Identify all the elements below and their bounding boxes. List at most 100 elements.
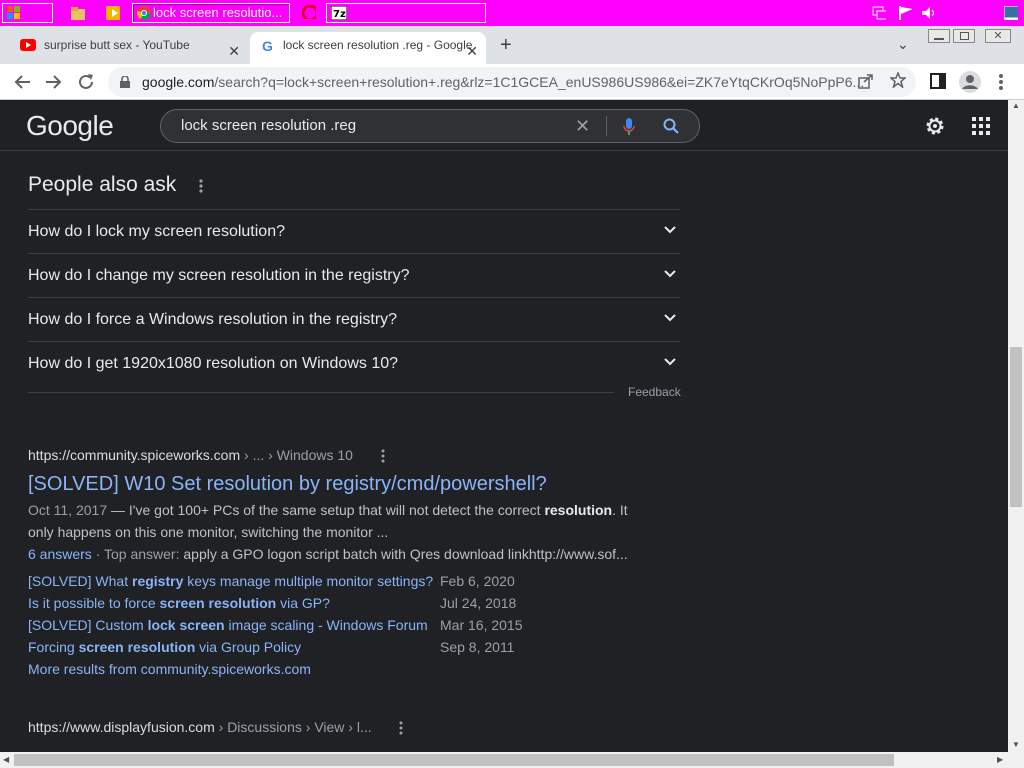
sublink[interactable]: Forcing screen resolution via Group Poli… <box>28 639 301 655</box>
sublink-bold: screen resolution <box>78 639 196 655</box>
scroll-left-arrow-icon[interactable]: ◀ <box>3 755 9 764</box>
taskbar-chrome-window[interactable]: lock screen resolutio... <box>132 3 290 23</box>
svg-text:7z: 7z <box>333 9 346 20</box>
browser-toolbar: google.com/search?q=lock+screen+resoluti… <box>0 64 1024 100</box>
horizontal-scroll-thumb[interactable] <box>14 754 894 766</box>
search-query: lock screen resolution .reg <box>181 117 357 134</box>
feedback-divider <box>28 392 614 393</box>
result-url[interactable]: https://community.spiceworks.com › ... ›… <box>28 447 353 463</box>
search-divider <box>606 116 607 136</box>
sublink-date: Jul 24, 2018 <box>440 595 517 611</box>
paa-options-kebab-icon[interactable] <box>198 179 204 195</box>
paa-question[interactable]: How do I change my screen resolution in … <box>28 253 680 297</box>
result-url-host: https://www.displayfusion.com <box>28 719 215 735</box>
result-breadcrumb: › ... › Windows 10 <box>240 447 353 463</box>
result-options-kebab-icon[interactable] <box>380 449 386 463</box>
search-input[interactable]: lock screen resolution .reg ✕ <box>160 109 700 143</box>
tab-strip: surprise butt sex - YouTube ✕ G lock scr… <box>0 26 1024 64</box>
reload-icon[interactable] <box>77 73 95 91</box>
back-icon[interactable] <box>14 73 32 91</box>
result-url-host: https://community.spiceworks.com <box>28 447 241 463</box>
sublink-bold: screen resolution <box>159 595 277 611</box>
microphone-icon[interactable] <box>623 118 635 136</box>
close-window-button[interactable]: ✕ <box>985 29 1011 43</box>
url-path: /search?q=lock+screen+resolution+.reg&rl… <box>214 74 865 90</box>
lock-icon <box>120 76 130 88</box>
sublink-date: Mar 16, 2015 <box>440 617 523 633</box>
google-logo[interactable]: Google <box>26 110 114 142</box>
google-header: Google lock screen resolution .reg ✕ <box>0 100 1008 151</box>
tab-label: lock screen resolution .reg - Google <box>283 38 473 52</box>
taskbar-window-title: lock screen resolutio... <box>153 5 283 20</box>
result-url[interactable]: https://www.displayfusion.com › Discussi… <box>28 719 372 735</box>
close-tab-icon[interactable]: ✕ <box>228 38 240 64</box>
chevron-down-icon <box>664 270 676 278</box>
flag-tray-icon[interactable] <box>898 6 912 20</box>
paa-question-text: How do I change my screen resolution in … <box>28 267 410 284</box>
media-player-icon[interactable] <box>106 6 120 20</box>
scroll-down-arrow-icon[interactable]: ▼ <box>1012 740 1020 749</box>
paa-question-text: How do I lock my screen resolution? <box>28 223 285 240</box>
vertical-scroll-thumb[interactable] <box>1010 347 1022 507</box>
network-tray-icon[interactable] <box>872 6 886 20</box>
windows-flag-icon <box>7 6 20 19</box>
volume-icon[interactable] <box>921 6 935 20</box>
result-breadcrumb: › Discussions › View › l... <box>214 719 372 735</box>
sublink-text: via Group Policy <box>195 639 302 655</box>
sublink[interactable]: Is it possible to force screen resolutio… <box>28 595 330 611</box>
opera-icon[interactable] <box>302 5 316 19</box>
tab-google-search[interactable]: G lock screen resolution .reg - Google ✕ <box>250 32 486 64</box>
sublink[interactable]: [SOLVED] Custom lock screen image scalin… <box>28 617 428 633</box>
paa-question[interactable]: How do I force a Windows resolution in t… <box>28 297 680 341</box>
snippet-bold: resolution <box>544 502 613 518</box>
start-button[interactable] <box>2 3 53 23</box>
new-tab-icon[interactable]: + <box>500 34 512 57</box>
profile-avatar-icon[interactable] <box>959 71 981 93</box>
forward-icon[interactable] <box>44 73 62 91</box>
url-host: google.com <box>142 74 215 90</box>
sublink-bold: lock screen <box>147 617 225 633</box>
apps-grid-icon[interactable] <box>972 117 990 135</box>
tab-label: surprise butt sex - YouTube <box>44 38 190 52</box>
result-snippet: Oct 11, 2017 — I've got 100+ PCs of the … <box>28 499 628 543</box>
feedback-link[interactable]: Feedback <box>628 385 681 399</box>
show-desktop-icon[interactable] <box>1004 6 1018 20</box>
folder-icon[interactable] <box>71 6 85 20</box>
top-answer-label: · Top answer: <box>91 546 184 562</box>
scroll-right-arrow-icon[interactable]: ▶ <box>997 755 1003 764</box>
svg-text:G: G <box>262 39 273 53</box>
taskbar: lock screen resolutio... 7z <box>0 0 1024 26</box>
youtube-icon <box>20 39 36 51</box>
share-icon[interactable] <box>858 73 874 89</box>
result-title-link[interactable]: [SOLVED] W10 Set resolution by registry/… <box>28 473 547 496</box>
restore-button[interactable] <box>953 29 975 43</box>
snippet-text: — I've got 100+ PCs of the same setup th… <box>107 502 545 518</box>
address-bar[interactable]: google.com/search?q=lock+screen+resoluti… <box>108 67 916 97</box>
clear-search-icon[interactable]: ✕ <box>575 110 590 142</box>
result-date: Oct 11, 2017 <box>28 502 108 518</box>
paa-question[interactable]: How do I get 1920x1080 resolution on Win… <box>28 341 680 385</box>
paa-question[interactable]: How do I lock my screen resolution? <box>28 209 680 253</box>
taskbar-7zip-window[interactable]: 7z <box>326 3 486 23</box>
sublink-text: image scaling - Windows Forum <box>224 617 428 633</box>
settings-gear-icon[interactable] <box>924 115 946 137</box>
sublink-text: [SOLVED] What <box>28 573 132 589</box>
bookmark-star-icon[interactable] <box>890 72 906 88</box>
restore-icon <box>960 32 969 40</box>
result-options-kebab-icon[interactable] <box>398 721 404 735</box>
tab-youtube[interactable]: surprise butt sex - YouTube ✕ <box>8 32 248 64</box>
scroll-up-arrow-icon[interactable]: ▲ <box>1012 101 1020 110</box>
minimize-button[interactable] <box>928 29 950 43</box>
sublink-date: Feb 6, 2020 <box>440 573 515 589</box>
tab-search-chevron-icon[interactable]: ⌄ <box>897 36 909 53</box>
side-panel-icon[interactable] <box>930 73 946 89</box>
sublink-date: Sep 8, 2011 <box>440 639 515 655</box>
more-results-link[interactable]: More results from community.spiceworks.c… <box>28 661 311 677</box>
menu-kebab-icon[interactable] <box>998 73 1004 91</box>
sublink-text: Forcing <box>28 639 79 655</box>
result-answers: 6 answers · Top answer: apply a GPO logo… <box>28 546 628 562</box>
sublink[interactable]: [SOLVED] What registry keys manage multi… <box>28 573 433 589</box>
search-icon[interactable] <box>663 118 679 134</box>
close-tab-icon[interactable]: ✕ <box>466 38 478 64</box>
answers-link[interactable]: 6 answers <box>28 546 92 562</box>
